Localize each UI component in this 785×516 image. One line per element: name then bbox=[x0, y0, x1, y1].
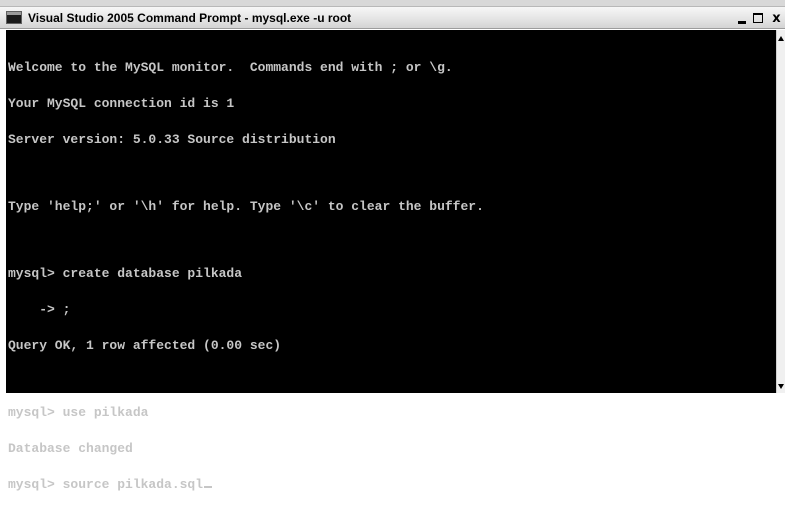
title-bar[interactable]: Visual Studio 2005 Command Prompt - mysq… bbox=[0, 7, 785, 29]
scroll-up-icon[interactable] bbox=[778, 36, 784, 41]
scroll-down-icon[interactable] bbox=[778, 384, 784, 389]
console-input-text: mysql> source pilkada.sql bbox=[8, 477, 204, 492]
console-line: -> ; bbox=[8, 302, 71, 317]
window-title: Visual Studio 2005 Command Prompt - mysq… bbox=[28, 11, 352, 25]
console-line: Database changed bbox=[8, 441, 133, 456]
close-icon: x bbox=[772, 11, 781, 26]
console-line: Welcome to the MySQL monitor. Commands e… bbox=[8, 60, 453, 75]
maximize-button[interactable] bbox=[751, 11, 766, 26]
maximize-icon bbox=[753, 13, 763, 23]
console-line: Your MySQL connection id is 1 bbox=[8, 96, 235, 111]
window-controls: x bbox=[725, 11, 785, 27]
close-button[interactable]: x bbox=[769, 11, 784, 26]
console-line: mysql> create database pilkada bbox=[8, 266, 243, 281]
vertical-scrollbar[interactable] bbox=[776, 30, 785, 393]
console-app-icon[interactable] bbox=[6, 11, 22, 24]
console-window: Visual Studio 2005 Command Prompt - mysq… bbox=[0, 0, 785, 491]
console-line: Server version: 5.0.33 Source distributi… bbox=[8, 132, 336, 147]
console-line: Type 'help;' or '\h' for help. Type '\c'… bbox=[8, 199, 484, 214]
console-output: Welcome to the MySQL monitor. Commands e… bbox=[8, 38, 774, 515]
console-icon-titlebar bbox=[7, 12, 21, 15]
window-top-edge bbox=[0, 0, 785, 7]
text-cursor bbox=[204, 486, 213, 488]
minimize-button[interactable] bbox=[735, 11, 750, 26]
console-line: Query OK, 1 row affected (0.00 sec) bbox=[8, 338, 282, 353]
console-line: mysql> use pilkada bbox=[8, 405, 149, 420]
console-prompt-line[interactable]: mysql> source pilkada.sql bbox=[8, 477, 774, 492]
console-area[interactable]: Welcome to the MySQL monitor. Commands e… bbox=[6, 30, 776, 491]
minimize-icon bbox=[738, 21, 746, 24]
